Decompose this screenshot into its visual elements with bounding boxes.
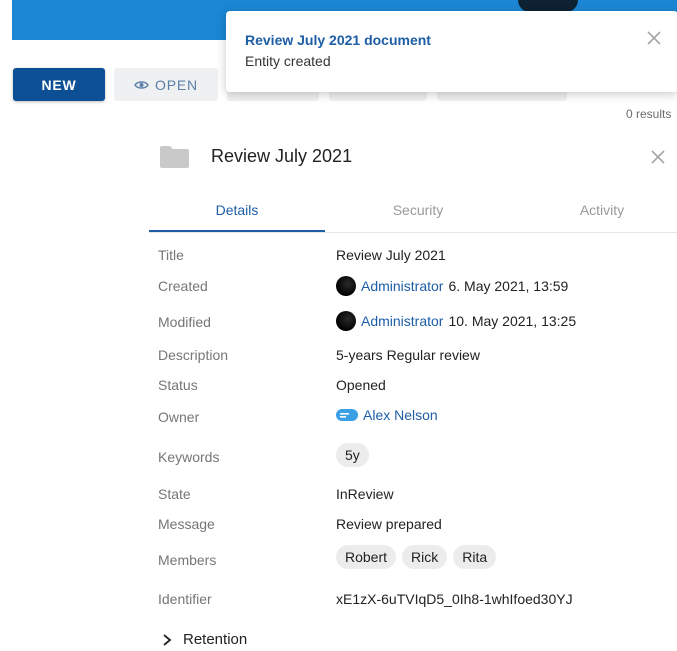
keyword-chip[interactable]: 5y xyxy=(336,443,369,467)
modified-by-link[interactable]: Administrator xyxy=(361,313,443,329)
field-label-modified: Modified xyxy=(158,314,211,330)
close-icon[interactable] xyxy=(650,149,666,165)
close-icon[interactable] xyxy=(646,30,662,46)
created-by-link[interactable]: Administrator xyxy=(361,278,443,294)
results-count: 0 results xyxy=(626,107,672,121)
eye-icon xyxy=(134,80,149,89)
field-value-created: Administrator 6. May 2021, 13:59 xyxy=(336,276,568,296)
field-label-description: Description xyxy=(158,347,229,363)
panel-title: Review July 2021 xyxy=(211,146,353,166)
field-label-created: Created xyxy=(158,278,208,294)
owner-link[interactable]: Alex Nelson xyxy=(363,407,438,423)
tab-security[interactable]: Security xyxy=(325,190,511,230)
field-value-members: Robert Rick Rita xyxy=(336,545,497,569)
field-label-members: Members xyxy=(158,552,217,568)
field-value-title: Review July 2021 xyxy=(336,247,446,263)
app-page: NEW OPEN 0 results Review July 2021 docu… xyxy=(0,0,677,651)
field-value-owner: Alex Nelson xyxy=(336,407,438,423)
new-button[interactable]: NEW xyxy=(13,68,105,101)
retention-expander[interactable]: Retention xyxy=(161,631,247,648)
field-label-status: Status xyxy=(158,377,198,393)
member-chip[interactable]: Rita xyxy=(453,545,497,569)
field-value-message: Review prepared xyxy=(336,516,442,532)
toast-title: Review July 2021 document xyxy=(245,32,431,48)
field-value-state: InReview xyxy=(336,486,394,502)
field-value-status: Opened xyxy=(336,377,386,393)
field-label-title: Title xyxy=(158,247,184,263)
open-button[interactable]: OPEN xyxy=(114,68,218,101)
field-label-message: Message xyxy=(158,516,215,532)
created-date: 6. May 2021, 13:59 xyxy=(448,278,569,294)
field-value-identifier: xE1zX-6uTVIqD5_0Ih8-1whIfoed30YJ xyxy=(336,591,573,607)
open-button-label: OPEN xyxy=(155,76,198,93)
field-label-owner: Owner xyxy=(158,409,200,425)
field-value-description: 5-years Regular review xyxy=(336,347,480,363)
field-label-state: State xyxy=(158,486,191,502)
modified-date: 10. May 2021, 13:25 xyxy=(448,313,577,329)
member-chip[interactable]: Rick xyxy=(402,545,448,569)
panel-tabs: Details Security Activity xyxy=(149,190,677,233)
field-value-modified: Administrator 10. May 2021, 13:25 xyxy=(336,311,576,331)
tab-details[interactable]: Details xyxy=(149,190,325,232)
toast-message: Entity created xyxy=(245,53,331,69)
field-label-keywords: Keywords xyxy=(158,449,220,465)
retention-label: Retention xyxy=(183,631,248,648)
chevron-right-icon xyxy=(163,633,172,646)
field-label-identifier: Identifier xyxy=(158,591,212,607)
avatar xyxy=(336,276,356,296)
avatar xyxy=(336,311,356,331)
tab-activity[interactable]: Activity xyxy=(511,190,677,230)
user-badge-icon xyxy=(336,409,358,421)
member-chip[interactable]: Robert xyxy=(336,545,397,569)
folder-icon xyxy=(160,146,189,168)
toast-notification: Review July 2021 document Entity created xyxy=(226,11,677,92)
field-value-keywords: 5y xyxy=(336,443,369,467)
